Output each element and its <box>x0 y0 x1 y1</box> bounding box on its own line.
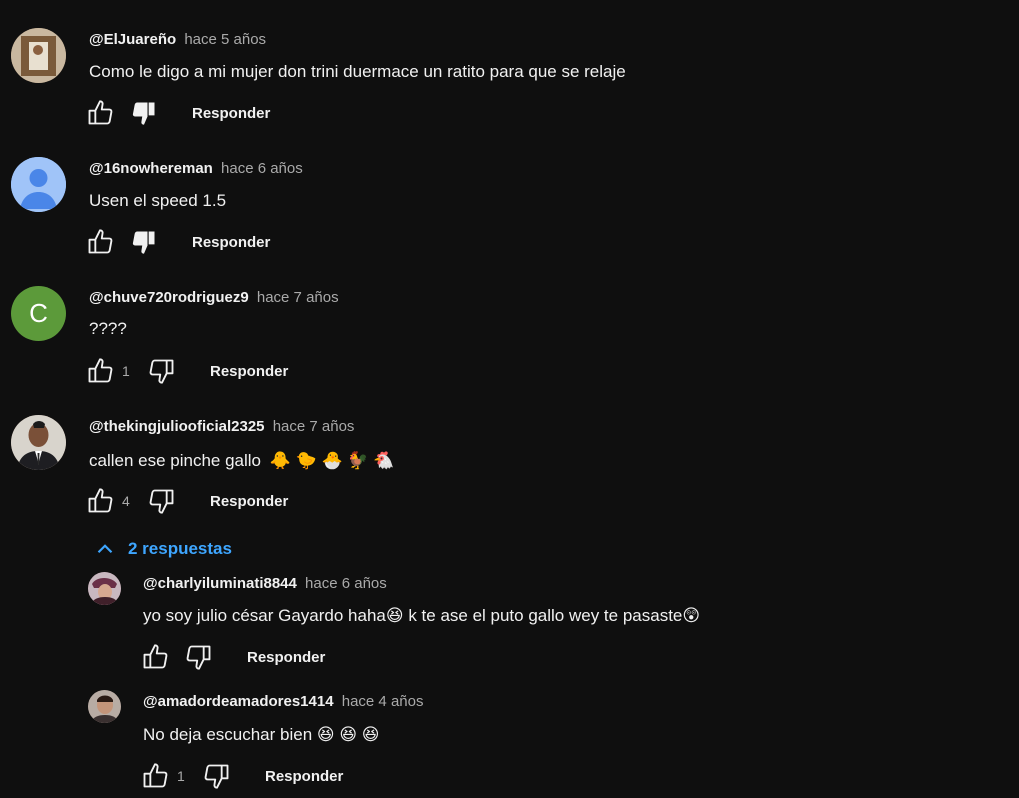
emoji-group: 🐥 🐤 🐣 🐓 🐔 <box>269 451 395 470</box>
dislike-icon[interactable] <box>148 487 176 515</box>
author-line: @thekingjuliooficial2325 hace 7 años <box>89 418 354 435</box>
comment-actions: 1 Responder <box>86 356 288 386</box>
avatar-letter: C <box>29 298 48 328</box>
comment-actions: 4 Responder <box>86 486 288 516</box>
author-name[interactable]: @amadordeamadores1414 <box>143 693 334 710</box>
comment-time[interactable]: hace 4 años <box>342 693 424 710</box>
replies-toggle-button[interactable]: 2 respuestas <box>92 536 232 562</box>
dislike-icon[interactable] <box>148 357 176 385</box>
dislike-icon[interactable] <box>185 643 213 671</box>
comment-time[interactable]: hace 6 años <box>221 160 303 177</box>
emoji-group: 😆 😆 😆 <box>316 725 380 744</box>
author-line: @charlyiluminati8844 hace 6 años <box>143 575 387 592</box>
comment-text: Como le digo a mi mujer don trini duerma… <box>89 62 626 81</box>
reply-button[interactable]: Responder <box>192 234 270 251</box>
comment-text: Usen el speed 1.5 <box>89 191 227 210</box>
avatar[interactable]: C <box>11 286 66 341</box>
replies-toggle-label: 2 respuestas <box>128 539 232 558</box>
like-icon[interactable] <box>141 762 169 790</box>
reply-button[interactable]: Responder <box>192 105 270 122</box>
comment-time[interactable]: hace 6 años <box>305 575 387 592</box>
comment-text-body: No deja escuchar bien <box>143 725 313 744</box>
comment-text: yo soy julio césar Gayardo haha😆 k te as… <box>143 606 700 626</box>
comment-text: No deja escuchar bien 😆 😆 😆 <box>143 725 380 745</box>
author-name[interactable]: @thekingjuliooficial2325 <box>89 418 265 435</box>
avatar[interactable] <box>11 157 66 212</box>
surprised-emoji: 😲 <box>682 606 701 625</box>
comment-text: ???? <box>89 319 127 338</box>
author-line: @amadordeamadores1414 hace 4 años <box>143 693 423 710</box>
comment-actions: Responder <box>86 98 270 128</box>
author-line: @chuve720rodriguez9 hace 7 años <box>89 289 339 306</box>
avatar[interactable] <box>11 415 66 470</box>
like-icon[interactable] <box>86 99 114 127</box>
author-name[interactable]: @16nowhereman <box>89 160 213 177</box>
comment-actions: Responder <box>86 227 270 257</box>
comment-actions: 1 Responder <box>141 761 343 791</box>
author-name[interactable]: @ElJuareño <box>89 31 176 48</box>
dislike-filled-icon[interactable] <box>130 99 158 127</box>
reply-button[interactable]: Responder <box>210 363 288 380</box>
like-icon[interactable] <box>141 643 169 671</box>
like-icon[interactable] <box>86 228 114 256</box>
comment-time[interactable]: hace 7 años <box>273 418 355 435</box>
comment-text-body-2: k te ase el puto gallo wey te pasaste <box>403 606 683 625</box>
comment-text: callen ese pinche gallo 🐥 🐤 🐣 🐓 🐔 <box>89 451 394 471</box>
comment-text-body: callen ese pinche gallo <box>89 451 262 470</box>
like-icon[interactable] <box>86 357 114 385</box>
like-icon[interactable] <box>86 487 114 515</box>
author-name[interactable]: @chuve720rodriguez9 <box>89 289 249 306</box>
reply-button[interactable]: Responder <box>265 768 343 785</box>
avatar[interactable] <box>88 690 121 723</box>
comment-text-body: yo soy julio césar Gayardo haha <box>143 606 386 625</box>
like-count: 1 <box>177 768 185 784</box>
avatar[interactable] <box>88 572 121 605</box>
author-line: @ElJuareño hace 5 años <box>89 31 266 48</box>
avatar[interactable] <box>11 28 66 83</box>
reply-button[interactable]: Responder <box>210 493 288 510</box>
laughing-emoji: 😆 <box>385 606 404 625</box>
dislike-filled-icon[interactable] <box>130 228 158 256</box>
reply-button[interactable]: Responder <box>247 649 325 666</box>
comment-time[interactable]: hace 5 años <box>184 31 266 48</box>
dislike-icon[interactable] <box>203 762 231 790</box>
like-count: 1 <box>122 363 130 379</box>
author-name[interactable]: @charlyiluminati8844 <box>143 575 297 592</box>
like-count: 4 <box>122 493 130 509</box>
author-line: @16nowhereman hace 6 años <box>89 160 303 177</box>
comment-actions: Responder <box>141 642 325 672</box>
chevron-up-icon <box>97 544 113 554</box>
comment-time[interactable]: hace 7 años <box>257 289 339 306</box>
